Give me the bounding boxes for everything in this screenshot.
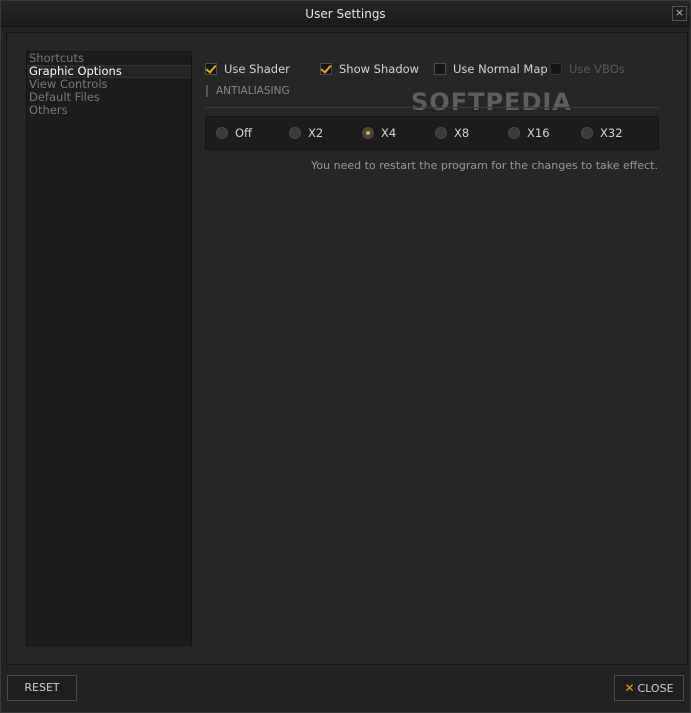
radio-selected-icon xyxy=(362,127,374,139)
antialiasing-x32-radio[interactable]: X32 xyxy=(581,126,623,140)
checkbox-checked-icon xyxy=(320,63,332,75)
checkbox-unchecked-icon xyxy=(434,63,446,75)
checkbox-unchecked-icon xyxy=(550,63,562,75)
reset-button-label: RESET xyxy=(24,681,60,694)
use-normal-map-checkbox[interactable]: Use Normal Map xyxy=(434,61,548,77)
antialiasing-x8-radio[interactable]: X8 xyxy=(435,126,469,140)
antialiasing-x4-radio[interactable]: X4 xyxy=(362,126,396,140)
antialiasing-radio-group: Off X2 X4 X8 X16 X32 xyxy=(205,116,659,150)
radio-label: X8 xyxy=(454,126,470,140)
radio-label: X16 xyxy=(527,126,550,140)
antialiasing-x2-radio[interactable]: X2 xyxy=(289,126,323,140)
restart-notice: You need to restart the program for the … xyxy=(311,159,658,172)
radio-unselected-icon xyxy=(435,127,447,139)
radio-label: X32 xyxy=(600,126,623,140)
antialiasing-section-label: ANTIALIASING xyxy=(206,85,290,97)
settings-content-panel: Shortcuts Graphic Options View Controls … xyxy=(6,32,688,665)
use-shader-checkbox[interactable]: Use Shader xyxy=(205,61,290,77)
reset-button[interactable]: RESET xyxy=(7,675,77,701)
radio-unselected-icon xyxy=(581,127,593,139)
radio-unselected-icon xyxy=(216,127,228,139)
use-shader-label: Use Shader xyxy=(224,62,290,76)
settings-sidebar: Shortcuts Graphic Options View Controls … xyxy=(26,51,192,646)
radio-label: X2 xyxy=(308,126,324,140)
close-button[interactable]: ✕ CLOSE xyxy=(614,675,684,701)
show-shadow-checkbox[interactable]: Show Shadow xyxy=(320,61,419,77)
softpedia-watermark: SOFTPEDIA xyxy=(411,88,572,116)
radio-label: Off xyxy=(235,126,252,140)
show-shadow-label: Show Shadow xyxy=(339,62,420,76)
use-normal-map-label: Use Normal Map xyxy=(453,62,548,76)
antialiasing-x16-radio[interactable]: X16 xyxy=(508,126,550,140)
checkbox-checked-icon xyxy=(205,63,217,75)
close-button-label: CLOSE xyxy=(637,682,674,695)
use-vbos-checkbox[interactable]: Use VBOs xyxy=(550,61,625,77)
graphic-options-checkboxes: Use Shader Show Shadow Use Normal Map Us… xyxy=(205,61,665,77)
radio-unselected-icon xyxy=(508,127,520,139)
window-title: User Settings xyxy=(305,7,386,21)
title-bar[interactable]: User Settings × xyxy=(1,1,690,27)
radio-label: X4 xyxy=(381,126,397,140)
close-x-icon: ✕ xyxy=(624,681,635,695)
sidebar-item-others[interactable]: Others xyxy=(27,104,191,117)
section-divider xyxy=(205,107,659,108)
user-settings-window: User Settings × Shortcuts Graphic Option… xyxy=(0,0,691,713)
radio-unselected-icon xyxy=(289,127,301,139)
antialiasing-off-radio[interactable]: Off xyxy=(216,126,252,140)
window-close-icon[interactable]: × xyxy=(672,6,687,21)
use-vbos-label: Use VBOs xyxy=(569,62,625,76)
